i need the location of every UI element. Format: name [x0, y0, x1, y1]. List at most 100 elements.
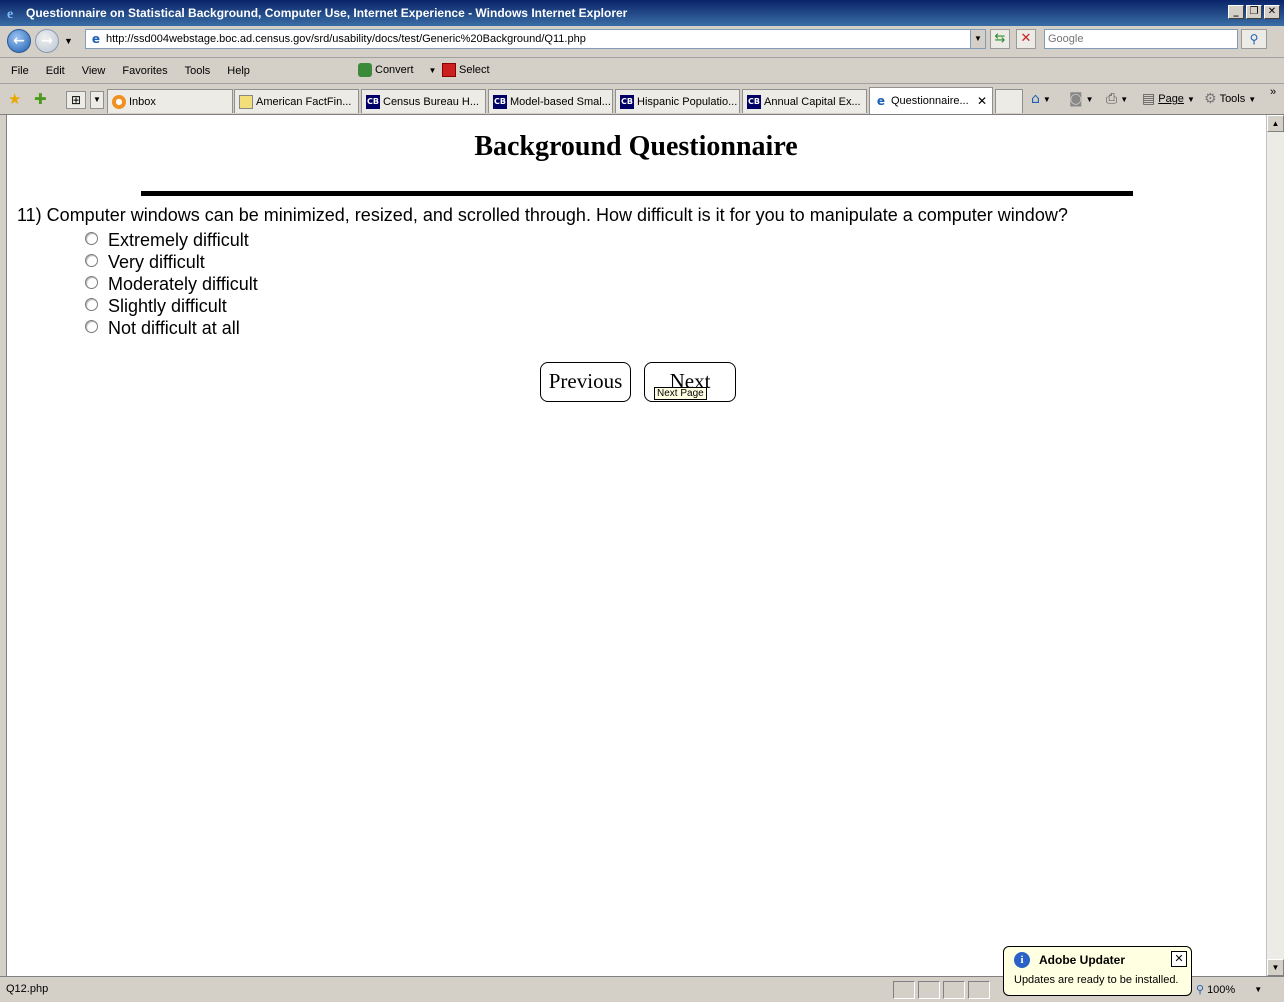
forward-arrow-icon: → — [41, 33, 53, 49]
radio-button[interactable] — [85, 319, 98, 333]
status-cell — [943, 981, 965, 999]
adobe-updater-notification[interactable]: i Adobe Updater ✕ Updates are ready to b… — [1003, 946, 1192, 996]
menu-bar: File Edit View Favorites Tools Help — [0, 58, 1284, 84]
select-button[interactable]: Select — [442, 63, 490, 77]
vertical-scrollbar[interactable]: ▲ ▼ — [1266, 115, 1284, 976]
new-tab-button[interactable] — [995, 89, 1023, 113]
toolbar-overflow-icon[interactable]: » — [1270, 86, 1276, 98]
stop-button[interactable]: ✕ — [1016, 29, 1036, 49]
tab-annual-capital[interactable]: CB Annual Capital Ex... — [742, 89, 867, 113]
add-favorites-icon[interactable]: ✚ — [34, 90, 47, 108]
page-menu-button[interactable]: ▤ Page ▼ — [1142, 91, 1195, 107]
heading-divider — [141, 191, 1133, 196]
convert-dropdown-icon[interactable]: ▼ — [429, 66, 437, 75]
address-toolbar: ← → ▼ e http://ssd004webstage.boc.ad.cen… — [0, 26, 1284, 58]
tab-bar: ★ ✚ ⊞ ▼ ● Inbox American FactFin... CB C… — [0, 85, 1284, 115]
option-moderately-difficult[interactable]: Moderately difficult — [85, 273, 258, 295]
page-content: Background Questionnaire 11) Computer wi… — [6, 115, 1266, 976]
tools-menu-button[interactable]: ⚙ Tools ▼ — [1204, 91, 1256, 107]
tab-label: Census Bureau H... — [383, 95, 479, 108]
notification-message: Updates are ready to be installed. — [1014, 974, 1179, 986]
tab-questionnaire[interactable]: e Questionnaire... ✕ — [869, 87, 993, 114]
option-label[interactable]: Very difficult — [108, 252, 205, 273]
page-title: Background Questionnaire — [474, 131, 798, 162]
menu-file[interactable]: File — [11, 65, 29, 77]
quick-tabs-button[interactable]: ⊞ — [66, 91, 86, 109]
zoom-icon: ⚲ — [1196, 983, 1205, 996]
ie-page-icon: e — [876, 94, 886, 108]
back-arrow-icon: ← — [13, 33, 25, 49]
search-input[interactable] — [1044, 29, 1238, 49]
search-button[interactable]: ⚲ — [1241, 29, 1267, 49]
print-button[interactable]: ⎙ ▼ — [1106, 91, 1128, 107]
tab-label: Inbox — [129, 95, 156, 108]
convert-button[interactable]: Convert ▼ — [358, 63, 436, 77]
option-label[interactable]: Not difficult at all — [108, 318, 240, 339]
census-icon: CB — [620, 94, 634, 109]
page-menu-label: Page — [1158, 93, 1184, 105]
option-label[interactable]: Moderately difficult — [108, 274, 258, 295]
zoom-control[interactable]: ⚲ 100% ▼ — [1196, 983, 1262, 996]
menu-tools[interactable]: Tools — [185, 65, 211, 77]
minimize-button[interactable]: _ — [1228, 5, 1244, 19]
back-button[interactable]: ← — [7, 29, 31, 53]
rss-feed-icon: ◙ — [1069, 91, 1083, 107]
browser-window: e Questionnaire on Statistical Backgroun… — [0, 0, 1284, 1002]
menu-help[interactable]: Help — [227, 65, 250, 77]
zoom-level: 100% — [1207, 983, 1236, 996]
feeds-button[interactable]: ◙ ▼ — [1069, 91, 1094, 107]
menu-favorites[interactable]: Favorites — [122, 65, 167, 77]
radio-button[interactable] — [85, 231, 98, 245]
svg-text:e: e — [7, 7, 13, 21]
window-title: Questionnaire on Statistical Background,… — [26, 6, 628, 20]
radio-button[interactable] — [85, 275, 98, 289]
refresh-icon: ⇆ — [994, 31, 1006, 46]
inbox-icon: ● — [112, 94, 126, 109]
printer-icon: ⎙ — [1106, 91, 1118, 107]
ie-logo-icon: e — [4, 4, 22, 22]
forward-button[interactable]: → — [35, 29, 59, 53]
search-icon: ⚲ — [1249, 32, 1259, 46]
refresh-button[interactable]: ⇆ — [990, 29, 1010, 49]
tab-hispanic-population[interactable]: CB Hispanic Populatio... — [615, 89, 740, 113]
menu-view[interactable]: View — [82, 65, 106, 77]
home-button[interactable]: ⌂ ▼ — [1031, 91, 1051, 107]
close-tab-icon[interactable]: ✕ — [977, 94, 987, 108]
scroll-down-arrow-icon[interactable]: ▼ — [1267, 959, 1284, 976]
address-field[interactable]: e http://ssd004webstage.boc.ad.census.go… — [85, 29, 986, 49]
option-very-difficult[interactable]: Very difficult — [85, 251, 258, 273]
favorites-star-icon[interactable]: ★ — [8, 90, 21, 108]
option-extremely-difficult[interactable]: Extremely difficult — [85, 229, 258, 251]
zoom-dropdown-icon[interactable]: ▼ — [1254, 985, 1262, 994]
tools-menu-label: Tools — [1219, 93, 1246, 105]
tab-american-factfinder[interactable]: American FactFin... — [234, 89, 359, 113]
census-icon: CB — [493, 94, 507, 109]
radio-button[interactable] — [85, 297, 98, 311]
tab-list-dropdown[interactable]: ▼ — [90, 91, 104, 109]
close-window-button[interactable]: ✕ — [1264, 5, 1280, 19]
history-dropdown-icon[interactable]: ▼ — [64, 36, 73, 46]
page-menu-icon: ▤ — [1142, 91, 1156, 107]
notification-title: Adobe Updater — [1039, 953, 1126, 967]
option-label[interactable]: Extremely difficult — [108, 230, 249, 251]
pdf-select-icon — [442, 63, 456, 77]
option-slightly-difficult[interactable]: Slightly difficult — [85, 295, 258, 317]
tab-census-bureau[interactable]: CB Census Bureau H... — [361, 89, 486, 113]
gear-icon: ⚙ — [1204, 91, 1217, 107]
previous-button[interactable]: Previous — [540, 362, 631, 402]
address-dropdown-icon[interactable]: ▼ — [970, 30, 985, 48]
status-cell — [968, 981, 990, 999]
tab-label: American FactFin... — [256, 95, 352, 108]
option-label[interactable]: Slightly difficult — [108, 296, 227, 317]
option-not-difficult-at-all[interactable]: Not difficult at all — [85, 317, 258, 339]
radio-button[interactable] — [85, 253, 98, 267]
next-button-tooltip: Next Page — [654, 387, 707, 400]
close-notification-icon[interactable]: ✕ — [1171, 951, 1187, 967]
menu-edit[interactable]: Edit — [46, 65, 65, 77]
tab-inbox[interactable]: ● Inbox — [107, 89, 233, 113]
title-bar: e Questionnaire on Statistical Backgroun… — [0, 0, 1284, 26]
restore-button[interactable]: ❐ — [1246, 5, 1262, 19]
tab-model-based[interactable]: CB Model-based Smal... — [488, 89, 613, 113]
url-text[interactable]: http://ssd004webstage.boc.ad.census.gov/… — [106, 33, 970, 45]
scroll-up-arrow-icon[interactable]: ▲ — [1267, 115, 1284, 132]
